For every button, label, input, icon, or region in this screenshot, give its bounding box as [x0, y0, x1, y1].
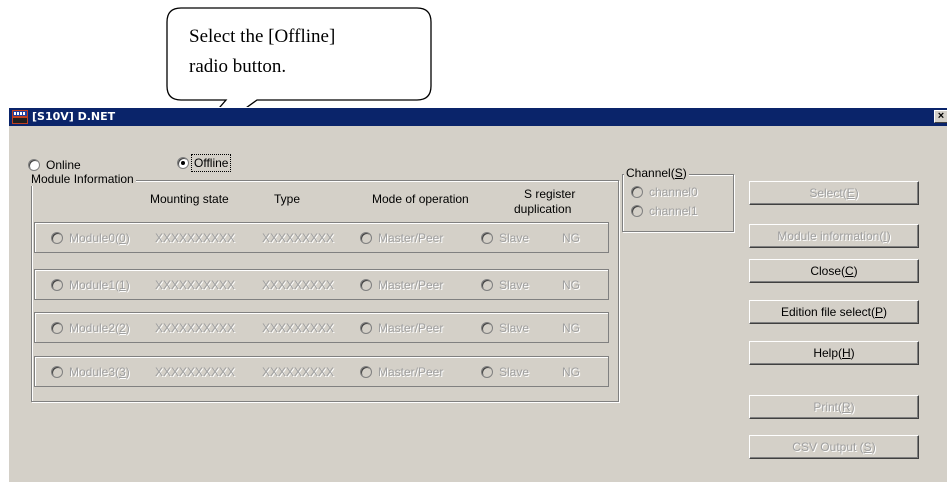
module2-type: XXXXXXXXX	[262, 321, 335, 335]
module3-slave-label: Slave	[499, 365, 530, 379]
channel-group	[622, 174, 734, 232]
module1-radio[interactable]	[51, 279, 63, 291]
channel-legend: Channel(S)	[624, 166, 689, 180]
module1-master-label: Master/Peer	[378, 278, 444, 292]
help-button[interactable]: Help(H)	[749, 341, 919, 365]
module3-radio[interactable]	[51, 366, 63, 378]
dnet-app-icon	[12, 110, 28, 124]
close-window-icon[interactable]: ×	[934, 110, 947, 123]
module1-slave-radio[interactable]	[481, 279, 493, 291]
module2-label: Module2(2)	[69, 321, 130, 335]
module0-master-radio[interactable]	[360, 232, 372, 244]
module-info-legend: Module Information	[29, 172, 136, 186]
module0-dup: NG	[562, 231, 580, 245]
header-mounting-state: Mounting state	[150, 192, 229, 206]
module3-slave-radio[interactable]	[481, 366, 493, 378]
print-button[interactable]: Print(R)	[749, 395, 919, 419]
module0-radio[interactable]	[51, 232, 63, 244]
module1-label: Module1(1)	[69, 278, 130, 292]
module1-mounting: XXXXXXXXXX	[155, 278, 236, 292]
module-row-0: Module0(0) XXXXXXXXXX XXXXXXXXX Master/P…	[34, 222, 609, 253]
module3-dup: NG	[562, 365, 580, 379]
header-s-register: S register	[524, 187, 576, 201]
module-row-2: Module2(2) XXXXXXXXXX XXXXXXXXX Master/P…	[34, 312, 609, 343]
module1-dup: NG	[562, 278, 580, 292]
module2-slave-label: Slave	[499, 321, 530, 335]
header-mode-of-operation: Mode of operation	[372, 192, 469, 206]
title-bar[interactable]: [S10V] D.NET ×	[9, 108, 947, 126]
module-information-button[interactable]: Module information(I)	[749, 224, 919, 248]
module0-slave-label: Slave	[499, 231, 530, 245]
module0-mounting: XXXXXXXXXX	[155, 231, 236, 245]
module2-master-label: Master/Peer	[378, 321, 444, 335]
module3-mounting: XXXXXXXXXX	[155, 365, 236, 379]
module2-mounting: XXXXXXXXXX	[155, 321, 236, 335]
module-row-1: Module1(1) XXXXXXXXXX XXXXXXXXX Master/P…	[34, 269, 609, 300]
select-button[interactable]: Select(E)	[749, 181, 919, 205]
module0-slave-radio[interactable]	[481, 232, 493, 244]
module2-dup: NG	[562, 321, 580, 335]
module3-master-radio[interactable]	[360, 366, 372, 378]
module-row-3: Module3(3) XXXXXXXXXX XXXXXXXXX Master/P…	[34, 356, 609, 387]
module2-radio[interactable]	[51, 322, 63, 334]
channel0-radio[interactable]	[631, 186, 643, 198]
module1-type: XXXXXXXXX	[262, 278, 335, 292]
window-title: [S10V] D.NET	[32, 110, 116, 123]
callout-line-1: Select the [Offline]	[189, 26, 336, 47]
module0-master-label: Master/Peer	[378, 231, 444, 245]
module3-label: Module3(3)	[69, 365, 130, 379]
module2-master-radio[interactable]	[360, 322, 372, 334]
callout-line-2: radio button.	[189, 56, 287, 77]
header-type: Type	[274, 192, 301, 206]
channel1-label: channel1	[649, 204, 698, 218]
module2-slave-radio[interactable]	[481, 322, 493, 334]
module0-type: XXXXXXXXX	[262, 231, 335, 245]
dnet-window: [S10V] D.NET × Online Offline Module Inf…	[8, 107, 947, 482]
module3-master-label: Master/Peer	[378, 365, 444, 379]
edition-file-select-button[interactable]: Edition file select(P)	[749, 300, 919, 324]
module1-slave-label: Slave	[499, 278, 530, 292]
callout-text: Select the [Offline] radio button.	[189, 22, 429, 82]
offline-radio[interactable]	[177, 157, 189, 169]
module1-master-radio[interactable]	[360, 279, 372, 291]
offline-label: Offline	[191, 154, 232, 172]
module3-type: XXXXXXXXX	[262, 365, 335, 379]
csv-output-button[interactable]: CSV Output (S)	[749, 435, 919, 459]
header-duplication: duplication	[514, 202, 572, 216]
module0-label: Module0(0)	[69, 231, 130, 245]
close-button[interactable]: Close(C)	[749, 259, 919, 283]
online-radio[interactable]	[28, 159, 40, 171]
online-label: Online	[46, 158, 81, 172]
channel1-radio[interactable]	[631, 205, 643, 217]
channel0-label: channel0	[649, 185, 698, 199]
